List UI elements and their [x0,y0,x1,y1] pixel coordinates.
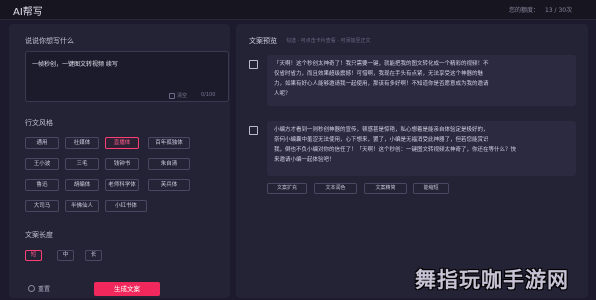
app-title: AI帮写 [13,7,43,18]
style-label: 行文风格 [25,119,53,127]
length-chip[interactable]: 中 [57,250,74,261]
input-label: 说说你想写什么 [25,37,74,45]
polish-button[interactable]: 文本润色 [314,183,357,194]
result-line: 我，倒也不负小编对你的信任了！「天啊！这个秒创：一键图文转视频太神奇了，你还在等… [274,147,517,153]
style-chip[interactable]: 朱自清 [148,158,190,170]
result-checkbox[interactable] [249,126,258,135]
reset-button[interactable]: 重置 [38,284,50,293]
result-card[interactable]: 「天啊！这个秒创太神奇了！我只需要一键，就能把我的图文转化成一个精彩的视频！不 … [267,55,576,106]
clear-button[interactable]: 清空 [177,92,187,99]
style-chip[interactable]: 通用 [25,137,59,149]
char-count: 0/100 [201,92,216,98]
prompt-input[interactable]: 一帧秒创，一键图文转视频 续写 清空 0/100 [25,51,229,102]
result-line: 人呢？ [274,91,291,97]
length-label: 文案长度 [25,231,53,239]
preview-title: 文案预览 [249,37,277,45]
quota-value: 13 / 30次 [545,7,573,14]
style-chip[interactable]: 社媒体 [65,137,99,149]
style-chip[interactable]: 百年孤独体 [148,137,190,149]
style-chip[interactable]: 钱钟书 [105,158,139,170]
style-chip[interactable]: 老师科学体 [105,179,139,191]
result-line: 仅省时省力，而且效果超级震撼！可惜啊，我现在手头有点紧，无法享受这个神器的魅 [274,71,484,77]
prompt-text: 一帧秒创，一键图文转视频 续写 [32,61,118,68]
result-line: 小编方才看到一则秒创神器的宣传，顿感甚是惊艳，私心想着是能亲自体验定是极好的， [274,127,489,133]
result-line: 来邀请小编一起体验吧！ [274,157,335,163]
result-line: 奈何小编囊中羞涩无法使用，心下想来，罢了，小编是无福消受此神器了，但若您能赏识 [274,137,489,143]
result-line: 「天啊！这个秒创太神奇了！我只需要一键，就能把我的图文转化成一个精彩的视频！不 [274,61,489,67]
length-chip-selected[interactable]: 短 [25,250,42,261]
style-chip[interactable]: 胡编体 [65,179,99,191]
style-chip[interactable]: 小红书体 [105,200,147,212]
trash-icon[interactable] [169,93,175,99]
style-chip[interactable]: 王小波 [25,158,59,170]
style-chip[interactable]: 半佛仙人 [65,200,99,212]
style-chip[interactable]: 鲁迅 [25,179,59,191]
reset-icon[interactable] [28,285,35,292]
expand-button[interactable]: 文案扩充 [267,183,307,194]
style-chip[interactable]: 大司马 [25,200,59,212]
result-card[interactable]: 小编方才看到一则秒创神器的宣传，顿感甚是惊艳，私心想着是能亲自体验定是极好的， … [267,121,576,176]
style-chip[interactable]: 芙兵体 [148,179,190,191]
result-line: 力，如果有好心人能够邀请我一起使用，那该有多好啊！不知道你是否愿意成为我的邀请 [274,81,489,87]
result-checkbox[interactable] [249,60,258,69]
style-chip[interactable]: 三毛 [65,158,99,170]
top-bar: AI帮写 您的额度： 13 / 30次 [0,0,596,20]
shorten-button[interactable]: 能缩短 [413,183,449,194]
simplify-button[interactable]: 文案精简 [364,183,407,194]
watermark: 舞指玩咖手游网 [415,268,569,292]
style-chip-selected[interactable]: 直播体 [105,137,139,149]
preview-hint: 勾选 · 可点击卡片查看 · 可添加至正文 [286,38,371,44]
length-chip[interactable]: 长 [85,250,102,261]
generate-button[interactable]: 生成文案 [94,282,160,296]
quota-label: 您的额度： [509,7,540,14]
